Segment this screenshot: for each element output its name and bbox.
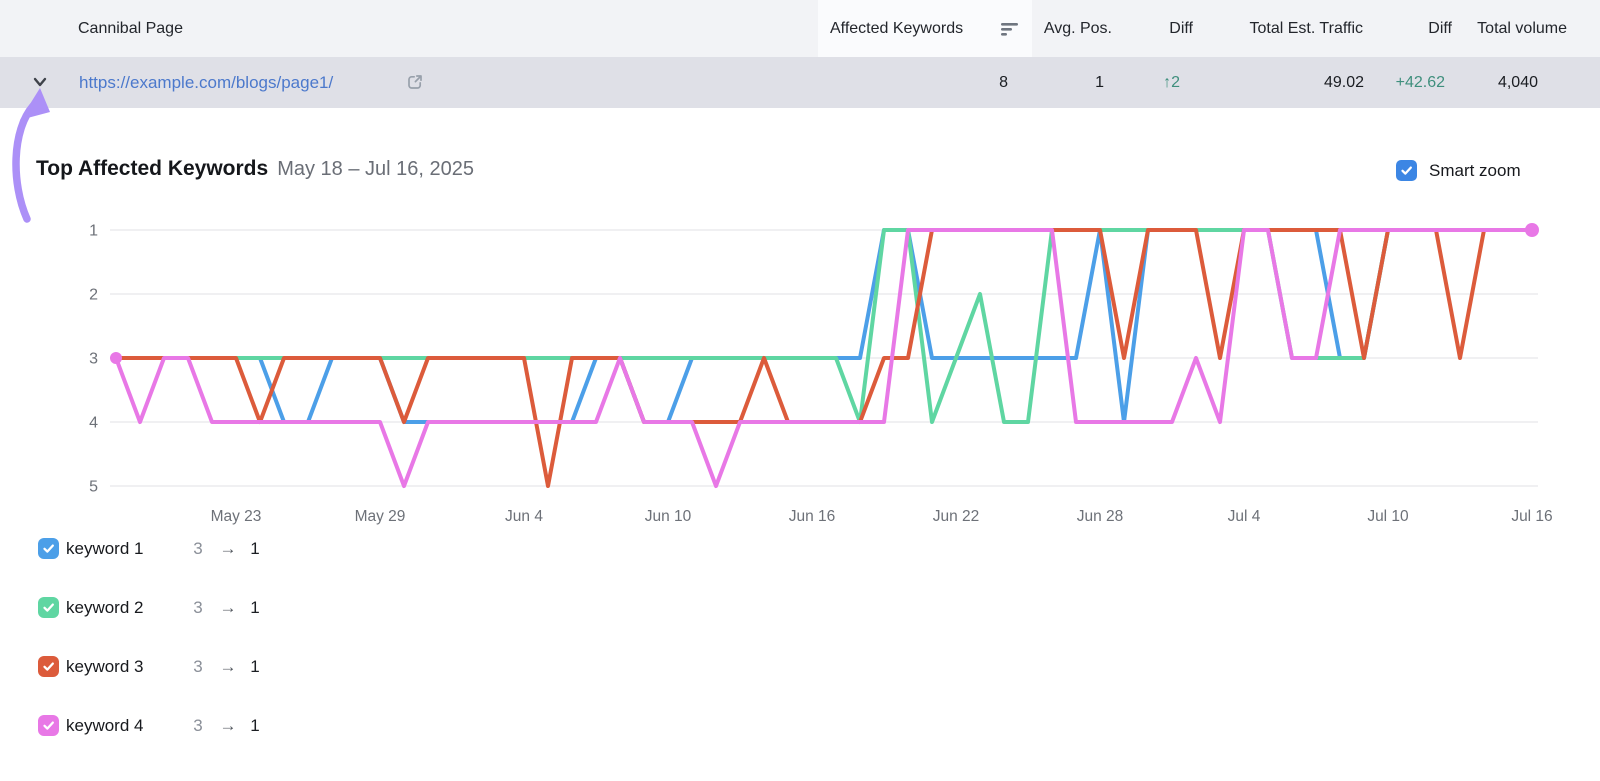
end-position: 1 [246, 596, 264, 620]
chart-title: Top Affected Keywords [36, 157, 268, 181]
keyword-cannibalization-report: Cannibal Page Affected Keywords Avg. Pos… [0, 0, 1600, 781]
legend-item-keyword-4: keyword 4 3 → 1 [38, 714, 298, 738]
x-axis-tick-label: Jun 22 [933, 508, 980, 525]
chart-date-range: May 18 – Jul 16, 2025 [277, 158, 474, 181]
arrow-right-icon: → [212, 537, 244, 561]
legend-label: keyword 1 [66, 537, 143, 561]
collapse-chevron-icon[interactable] [31, 74, 49, 90]
x-axis-tick-label: Jul 16 [1511, 508, 1552, 525]
keyword-1-checkbox[interactable] [38, 538, 59, 559]
page-url-link[interactable]: https://example.com/blogs/page1/ [79, 57, 333, 108]
top-affected-keywords-chart: 1 2 3 4 5 May 23 May 29 Jun 4 Jun 10 Jun 16 Jun 22… [0, 195, 1600, 530]
start-position: 3 [188, 537, 208, 561]
arrow-right-icon: → [212, 596, 244, 620]
x-axis-tick-label: Jul 10 [1367, 508, 1409, 525]
total-volume-value: 4,040 [1468, 57, 1538, 108]
checkmark-icon [42, 601, 55, 614]
smart-zoom-checkbox[interactable] [1396, 160, 1417, 181]
start-position: 3 [188, 596, 208, 620]
traffic-diff-value: +42.62 [1375, 57, 1445, 108]
y-axis-tick-label: 4 [89, 415, 98, 432]
total-est-traffic-value: 49.02 [1264, 57, 1364, 108]
legend-item-keyword-1: keyword 1 3 → 1 [38, 537, 298, 561]
legend-item-keyword-3: keyword 3 3 → 1 [38, 655, 298, 679]
arrow-right-icon: → [212, 655, 244, 679]
y-axis-tick-label: 5 [89, 479, 98, 496]
keyword-4-checkbox[interactable] [38, 715, 59, 736]
column-header-cannibal-page[interactable]: Cannibal Page [78, 0, 183, 57]
series-line-keyword-1 [116, 230, 1532, 422]
x-axis-tick-label: Jun 28 [1077, 508, 1124, 525]
legend-label: keyword 4 [66, 714, 143, 738]
column-header-diff-position[interactable]: Diff [1120, 0, 1193, 57]
avg-pos-value: 1 [1034, 57, 1104, 108]
checkmark-icon [42, 542, 55, 555]
affected-keywords-value: 8 [938, 57, 1008, 108]
series-end-dot [1525, 223, 1539, 237]
x-axis-tick-label: Jun 16 [789, 508, 836, 525]
table-header-row: Cannibal Page Affected Keywords Avg. Pos… [0, 0, 1600, 57]
keyword-3-checkbox[interactable] [38, 656, 59, 677]
y-axis-tick-label: 2 [89, 287, 98, 304]
column-header-total-volume[interactable]: Total volume [1452, 0, 1567, 57]
arrow-right-icon: → [212, 714, 244, 738]
x-axis-tick-label: Jun 4 [505, 508, 543, 525]
legend-label: keyword 3 [66, 655, 143, 679]
end-position: 1 [246, 537, 264, 561]
column-header-diff-traffic[interactable]: Diff [1380, 0, 1452, 57]
series-start-dot [110, 352, 122, 364]
position-diff-value: ↑2 [1110, 57, 1180, 108]
chart-title-block: Top Affected Keywords May 18 – Jul 16, 2… [36, 157, 474, 185]
start-position: 3 [188, 714, 208, 738]
start-position: 3 [188, 655, 208, 679]
column-header-total-est-traffic[interactable]: Total Est. Traffic [1200, 0, 1363, 57]
x-axis-tick-label: Jul 4 [1228, 508, 1261, 525]
x-axis-tick-label: May 29 [355, 508, 406, 525]
legend-label: keyword 2 [66, 596, 143, 620]
x-axis-tick-label: May 23 [211, 508, 262, 525]
smart-zoom-control: Smart zoom [1396, 159, 1521, 182]
smart-zoom-label: Smart zoom [1429, 161, 1521, 181]
y-axis-tick-label: 3 [89, 351, 98, 368]
cannibal-page-table-row: https://example.com/blogs/page1/ 8 1 ↑2 … [0, 57, 1600, 108]
external-link-icon[interactable] [406, 73, 424, 91]
x-axis-tick-label: Jun 10 [645, 508, 692, 525]
column-header-affected-keywords[interactable]: Affected Keywords [830, 0, 963, 57]
checkmark-icon [42, 660, 55, 673]
legend-item-keyword-2: keyword 2 3 → 1 [38, 596, 298, 620]
end-position: 1 [246, 655, 264, 679]
checkmark-icon [42, 719, 55, 732]
column-header-avg-pos[interactable]: Avg. Pos. [1000, 0, 1112, 57]
keyword-2-checkbox[interactable] [38, 597, 59, 618]
end-position: 1 [246, 714, 264, 738]
y-axis-tick-label: 1 [89, 223, 98, 240]
checkmark-icon [1400, 164, 1413, 177]
